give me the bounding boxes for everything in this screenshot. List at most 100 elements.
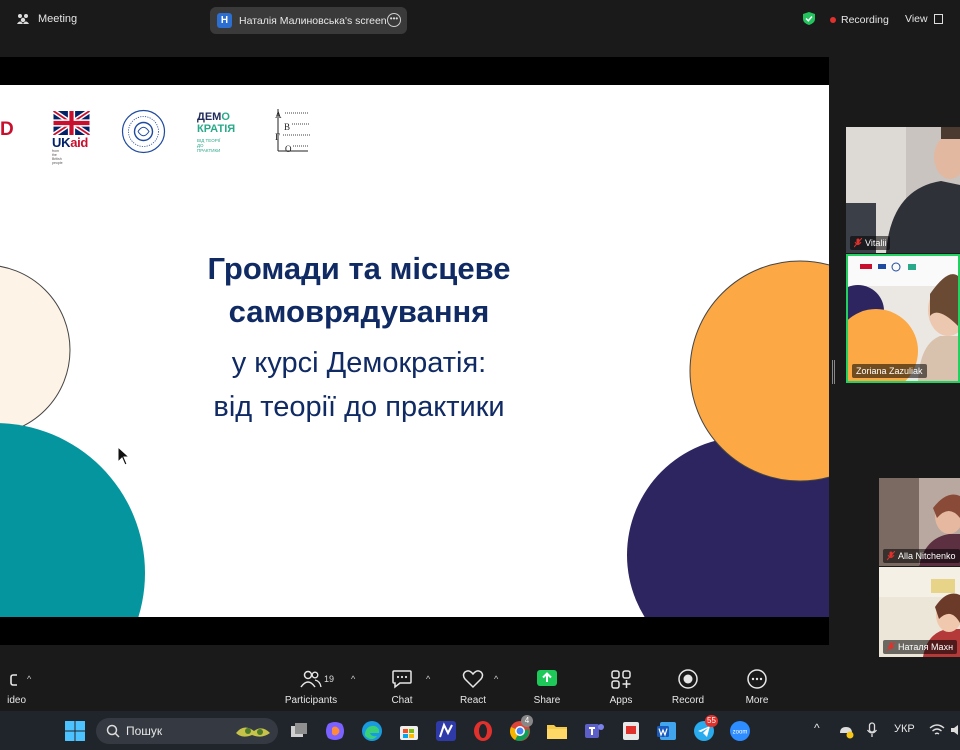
security-shield-icon[interactable] bbox=[802, 11, 816, 26]
demo-line2: КРАТІЯ bbox=[197, 123, 236, 135]
tray-overflow-caret-icon[interactable]: ^ bbox=[814, 721, 820, 735]
record-icon bbox=[678, 669, 698, 689]
telegram-badge: 55 bbox=[705, 715, 718, 727]
participant-tile-alla[interactable]: Alla Nitchenko bbox=[879, 478, 960, 566]
mouse-pointer-icon bbox=[117, 446, 131, 466]
more-label: More bbox=[745, 695, 769, 706]
word-icon[interactable] bbox=[656, 720, 678, 742]
chrome-badge: 4 bbox=[521, 715, 533, 727]
mic-muted-icon bbox=[887, 642, 895, 652]
participant-tile-vitalii[interactable]: Vitalii bbox=[846, 127, 960, 253]
participants-button[interactable]: Participants bbox=[276, 667, 346, 706]
pdf-tool-icon[interactable] bbox=[620, 720, 642, 742]
search-icon bbox=[106, 724, 120, 738]
file-explorer-icon[interactable] bbox=[546, 720, 568, 742]
meeting-info[interactable]: Meeting bbox=[16, 12, 77, 26]
speaker-icon[interactable] bbox=[950, 723, 960, 737]
view-button[interactable]: View bbox=[905, 13, 943, 25]
avgo-logo: А В Г О bbox=[275, 109, 310, 154]
react-button[interactable]: React bbox=[438, 667, 508, 706]
windows-start-icon[interactable] bbox=[64, 720, 86, 742]
top-bar: Meeting Н Наталія Малиновська's screen •… bbox=[0, 0, 960, 40]
wifi-icon[interactable] bbox=[929, 723, 945, 737]
demokratiya-tagline: ВІД ТЕОРІЇ ДО ПРАКТИКИ bbox=[197, 138, 220, 153]
microphone-icon[interactable] bbox=[866, 722, 878, 738]
task-view-icon[interactable] bbox=[288, 720, 310, 742]
zoom-window: Meeting Н Наталія Малиновська's screen •… bbox=[0, 0, 960, 750]
ukaid-logo-text: UKaid bbox=[52, 135, 88, 150]
more-button[interactable]: More bbox=[722, 667, 792, 706]
search-highlight-icon bbox=[236, 727, 270, 737]
share-screen-icon bbox=[537, 670, 557, 686]
chrome-app[interactable]: 4 bbox=[509, 715, 533, 747]
demo-sub2: ДО ПРАКТИКИ bbox=[197, 143, 221, 153]
participants-options-caret-icon[interactable]: ^ bbox=[351, 674, 355, 684]
keyboard-language[interactable]: УКР bbox=[894, 723, 915, 735]
meeting-people-icon bbox=[17, 14, 29, 24]
participant-video-zoriana bbox=[848, 256, 958, 381]
screen-share-indicator[interactable]: Н Наталія Малиновська's screen ••• bbox=[210, 7, 407, 34]
copilot-icon[interactable] bbox=[324, 720, 346, 742]
opera-browser-icon[interactable] bbox=[472, 720, 494, 742]
microsoft-store-icon[interactable] bbox=[398, 720, 420, 742]
tray-notification-icon[interactable] bbox=[838, 723, 854, 739]
slide-title-line2: самоврядування bbox=[228, 294, 490, 329]
taskbar-search[interactable]: Пошук bbox=[96, 718, 278, 744]
participants-icon bbox=[300, 670, 322, 688]
share-button[interactable]: Share bbox=[512, 667, 582, 706]
slide-subtitle-line1: у курсі Демократія: bbox=[231, 347, 487, 379]
more-dots-icon bbox=[747, 669, 767, 689]
sharer-avatar: Н bbox=[217, 13, 232, 28]
svg-text:Г: Г bbox=[275, 132, 280, 142]
chat-button[interactable]: Chat bbox=[367, 667, 437, 706]
svg-text:А: А bbox=[275, 110, 282, 120]
recording-indicator[interactable]: Recording bbox=[830, 14, 889, 26]
app-m-icon[interactable] bbox=[435, 720, 457, 742]
panel-resize-handle[interactable] bbox=[832, 360, 835, 384]
record-button[interactable]: Record bbox=[653, 667, 723, 706]
chat-bubble-icon bbox=[392, 670, 412, 689]
telegram-app[interactable]: 55 bbox=[693, 715, 718, 747]
participants-label: Participants bbox=[284, 695, 338, 706]
edge-browser-icon[interactable] bbox=[361, 720, 383, 742]
screen-share-label: Наталія Малиновська's screen bbox=[239, 14, 387, 27]
heart-react-icon bbox=[462, 670, 484, 689]
mic-muted-icon bbox=[887, 551, 895, 561]
video-button[interactable]: ideo bbox=[0, 667, 40, 706]
participant-name-tag: Vitalii bbox=[850, 236, 891, 250]
svg-text:О: О bbox=[285, 144, 292, 154]
apps-icon bbox=[611, 670, 631, 689]
more-options-icon[interactable]: ••• bbox=[387, 13, 401, 27]
participant-name-tag: Zoriana Zazuliak bbox=[852, 364, 927, 378]
teams-icon[interactable] bbox=[583, 720, 605, 742]
ukaid-aid-part: aid bbox=[70, 135, 89, 150]
participant-name: Наталя Махн bbox=[898, 642, 954, 652]
windows-taskbar: Пошук 4 55 zoom ^ УКР bbox=[0, 711, 960, 750]
apps-button[interactable]: Apps bbox=[586, 667, 656, 706]
round-seal-logo bbox=[121, 109, 166, 154]
participant-name: Vitalii bbox=[865, 238, 887, 248]
usaid-logo-fragment: D bbox=[0, 119, 14, 140]
participant-tile-zoriana-active-speaker[interactable]: Zoriana Zazuliak bbox=[846, 254, 960, 383]
meeting-controls-toolbar: ideo ^ Participants 19 ^ Chat ^ React ^ … bbox=[0, 661, 960, 711]
ukaid-uk-part: UK bbox=[52, 135, 71, 150]
mic-muted-icon bbox=[854, 238, 862, 248]
chat-options-caret-icon[interactable]: ^ bbox=[426, 674, 430, 684]
view-grid-icon bbox=[933, 14, 943, 24]
slide-subtitle-line2: від теорії до практики bbox=[213, 391, 505, 423]
chat-label: Chat bbox=[391, 695, 413, 706]
react-options-caret-icon[interactable]: ^ bbox=[494, 674, 498, 684]
zoom-app-icon[interactable]: zoom bbox=[729, 720, 751, 742]
uk-flag-icon bbox=[53, 111, 90, 135]
participant-name: Alla Nitchenko bbox=[898, 551, 956, 561]
share-label: Share bbox=[533, 695, 561, 706]
demo-line1-a: ДЕМ bbox=[197, 111, 222, 123]
participant-name: Zoriana Zazuliak bbox=[856, 366, 923, 376]
presentation-slide: D UKaid from the British people ДЕМО КРА… bbox=[0, 85, 829, 617]
recording-label: Recording bbox=[841, 14, 889, 26]
video-options-caret-icon[interactable]: ^ bbox=[27, 674, 31, 684]
participant-name-tag: Наталя Махн bbox=[883, 640, 958, 654]
participant-tile-natalia[interactable]: Наталя Махн bbox=[879, 567, 960, 657]
meeting-label: Meeting bbox=[38, 13, 78, 25]
video-camera-icon bbox=[10, 674, 17, 686]
